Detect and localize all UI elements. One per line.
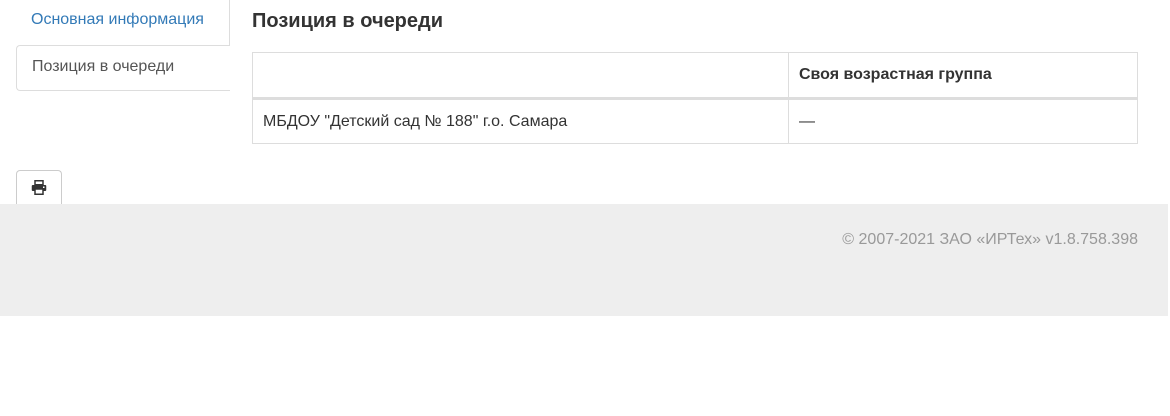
main-content: Позиция в очереди Своя возрастная группа… xyxy=(252,0,1138,144)
column-header-age-group: Своя возрастная группа xyxy=(788,52,1138,100)
print-icon xyxy=(31,180,47,195)
page-title: Позиция в очереди xyxy=(252,10,444,32)
queue-table: Своя возрастная группа МБДОУ "Детский са… xyxy=(252,52,1138,144)
table-header-row: Своя возрастная группа xyxy=(252,52,1138,100)
print-button[interactable] xyxy=(16,170,62,204)
footer: © 2007-2021 ЗАО «ИРТех» v1.8.758.398 xyxy=(0,204,1168,316)
cell-age-group: — xyxy=(788,98,1138,144)
column-header-institution xyxy=(252,52,789,100)
table-row: МБДОУ "Детский сад № 188" г.о. Самара — xyxy=(252,98,1138,144)
cell-institution: МБДОУ "Детский сад № 188" г.о. Самара xyxy=(252,98,789,144)
sidebar-nav: Основная информация Позиция в очереди xyxy=(16,0,230,91)
page: Основная информация Позиция в очереди По… xyxy=(0,0,1170,416)
sidebar-item-queue-position[interactable]: Позиция в очереди xyxy=(16,45,230,91)
sidebar-item-basic-info[interactable]: Основная информация xyxy=(16,0,230,45)
footer-copyright: © 2007-2021 ЗАО «ИРТех» v1.8.758.398 xyxy=(842,231,1138,248)
